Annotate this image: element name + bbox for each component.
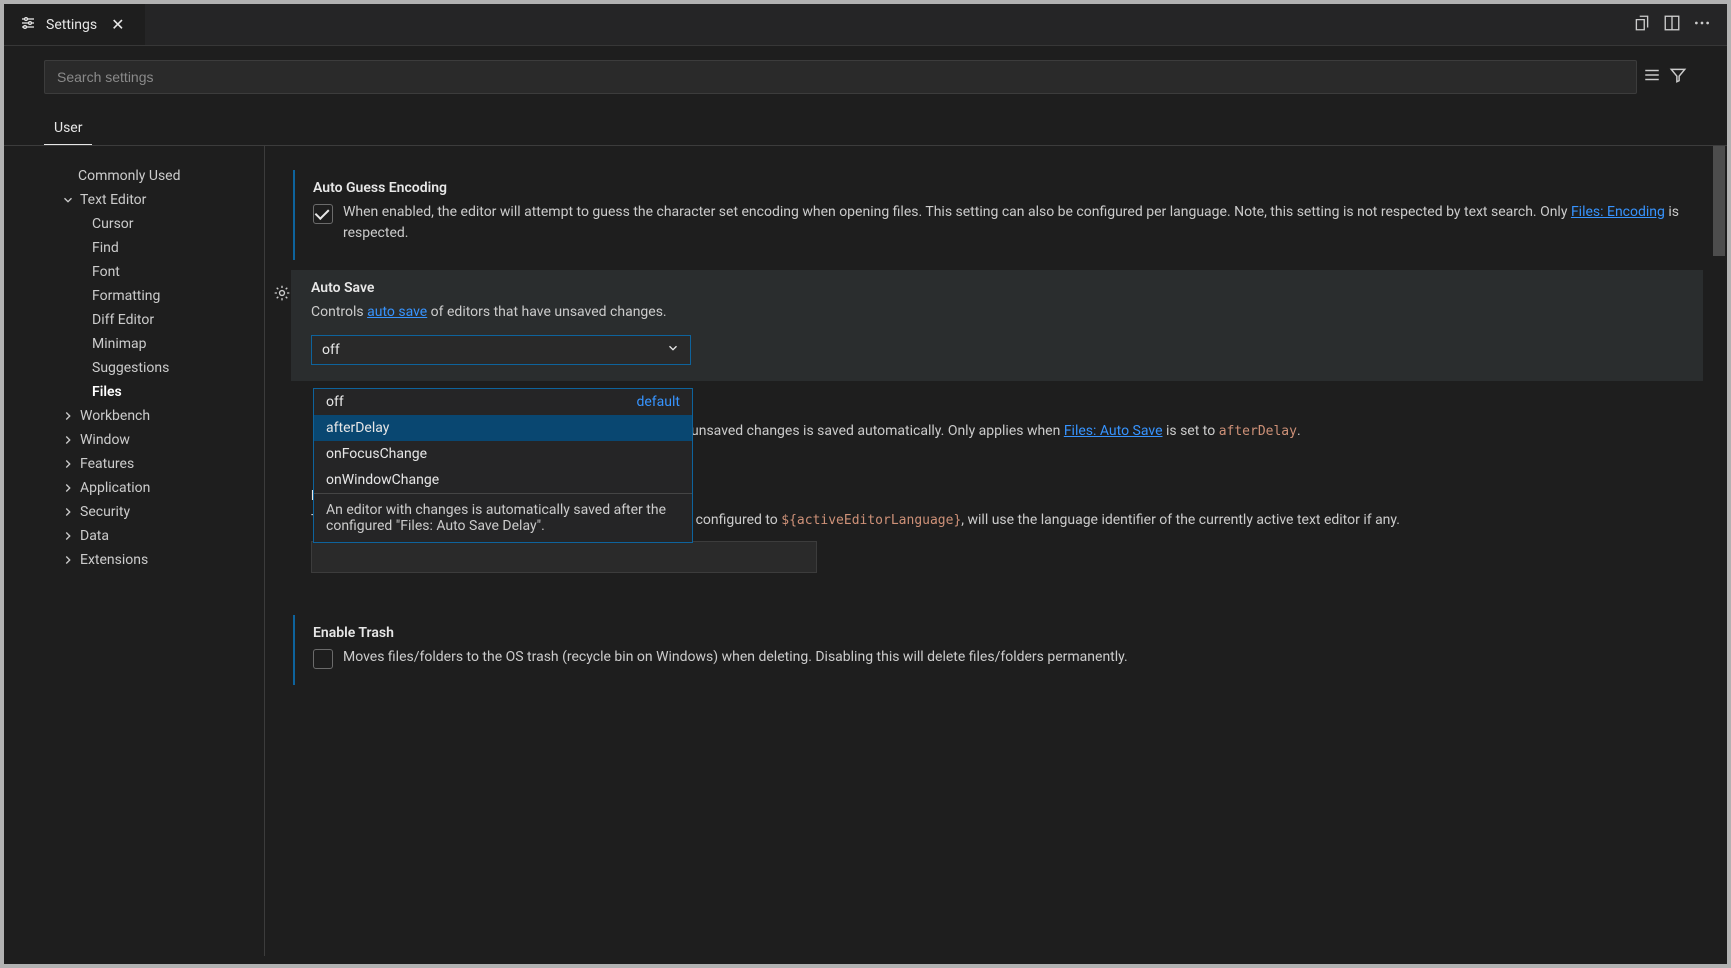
gear-icon[interactable] — [273, 284, 291, 306]
setting-title: Auto Save — [311, 280, 1687, 296]
link-files-encoding[interactable]: Files: Encoding — [1571, 204, 1665, 220]
sidebar-item-application[interactable]: Application — [44, 476, 264, 500]
sidebar-item-data[interactable]: Data — [44, 524, 264, 548]
split-editor-icon[interactable] — [1663, 14, 1681, 36]
sidebar-item-find[interactable]: Find — [44, 236, 264, 260]
setting-description: When enabled, the editor will attempt to… — [343, 202, 1687, 244]
tab-title: Settings — [46, 17, 97, 33]
sidebar-item-minimap[interactable]: Minimap — [44, 332, 264, 356]
close-icon[interactable]: ✕ — [107, 15, 128, 34]
sidebar-item-features[interactable]: Features — [44, 452, 264, 476]
link-files-auto-save[interactable]: Files: Auto Save — [1064, 423, 1163, 439]
sidebar-item-files[interactable]: Files — [44, 380, 264, 404]
setting-auto-guess-encoding: Auto Guess Encoding When enabled, the ed… — [293, 170, 1703, 260]
search-input[interactable] — [44, 60, 1637, 94]
chevron-down-icon — [666, 341, 680, 359]
sidebar-item-diff-editor[interactable]: Diff Editor — [44, 308, 264, 332]
sidebar-item-window[interactable]: Window — [44, 428, 264, 452]
sidebar-item-font[interactable]: Font — [44, 260, 264, 284]
setting-auto-save: Auto Save Controls auto save of editors … — [291, 270, 1703, 381]
more-actions-icon[interactable] — [1693, 14, 1711, 36]
setting-description: Controls auto save of editors that have … — [311, 302, 1687, 323]
chevron-right-icon — [60, 457, 76, 471]
sidebar-item-security[interactable]: Security — [44, 500, 264, 524]
settings-icon — [20, 15, 36, 35]
open-settings-json-icon[interactable] — [1633, 14, 1651, 36]
settings-sidebar: Commonly Used Text Editor Cursor Find Fo… — [4, 146, 264, 956]
dropdown-option-onfocuschange[interactable]: onFocusChange — [314, 441, 692, 467]
tab-settings[interactable]: Settings ✕ — [4, 4, 145, 45]
dropdown-help-text: An editor with changes is automatically … — [314, 493, 692, 542]
scope-tab-user[interactable]: User — [44, 112, 92, 145]
tab-bar: Settings ✕ — [4, 4, 1727, 46]
checkbox-enable-trash[interactable] — [313, 649, 333, 669]
chevron-right-icon — [60, 433, 76, 447]
chevron-right-icon — [60, 409, 76, 423]
select-auto-save[interactable]: off — [311, 335, 691, 365]
input-default-language[interactable] — [311, 541, 817, 573]
setting-title: Enable Trash — [313, 625, 1687, 641]
select-value: off — [322, 342, 340, 358]
sidebar-item-formatting[interactable]: Formatting — [44, 284, 264, 308]
clear-search-icon[interactable] — [1643, 66, 1661, 88]
setting-description: unsaved changes is saved automatically. … — [691, 421, 1687, 442]
sidebar-item-cursor[interactable]: Cursor — [44, 212, 264, 236]
chevron-right-icon — [60, 553, 76, 567]
sidebar-item-workbench[interactable]: Workbench — [44, 404, 264, 428]
sidebar-item-text-editor[interactable]: Text Editor — [44, 188, 264, 212]
setting-enable-trash: Enable Trash Moves files/folders to the … — [293, 615, 1703, 685]
sidebar-item-suggestions[interactable]: Suggestions — [44, 356, 264, 380]
chevron-right-icon — [60, 529, 76, 543]
dropdown-option-off[interactable]: off default — [314, 389, 692, 415]
setting-title: Auto Guess Encoding — [313, 180, 1687, 196]
dropdown-option-onwindowchange[interactable]: onWindowChange — [314, 467, 692, 493]
sidebar-item-extensions[interactable]: Extensions — [44, 548, 264, 572]
settings-content: Auto Guess Encoding When enabled, the ed… — [264, 146, 1727, 956]
checkbox-auto-guess-encoding[interactable] — [313, 204, 333, 224]
link-auto-save[interactable]: auto save — [367, 304, 427, 320]
chevron-right-icon — [60, 505, 76, 519]
chevron-right-icon — [60, 481, 76, 495]
default-badge: default — [636, 394, 680, 410]
scrollbar[interactable] — [1713, 146, 1725, 956]
scrollbar-thumb[interactable] — [1713, 146, 1725, 256]
search-row — [4, 46, 1727, 102]
setting-description: Moves files/folders to the OS trash (rec… — [343, 647, 1128, 668]
chevron-down-icon — [60, 193, 76, 207]
dropdown-option-afterdelay[interactable]: afterDelay — [314, 415, 692, 441]
dropdown-auto-save: off default afterDelay onFocusChange onW… — [313, 388, 693, 543]
scope-tabs: User — [4, 112, 1727, 146]
sidebar-item-commonly-used[interactable]: Commonly Used — [44, 164, 264, 188]
filter-icon[interactable] — [1669, 66, 1687, 88]
